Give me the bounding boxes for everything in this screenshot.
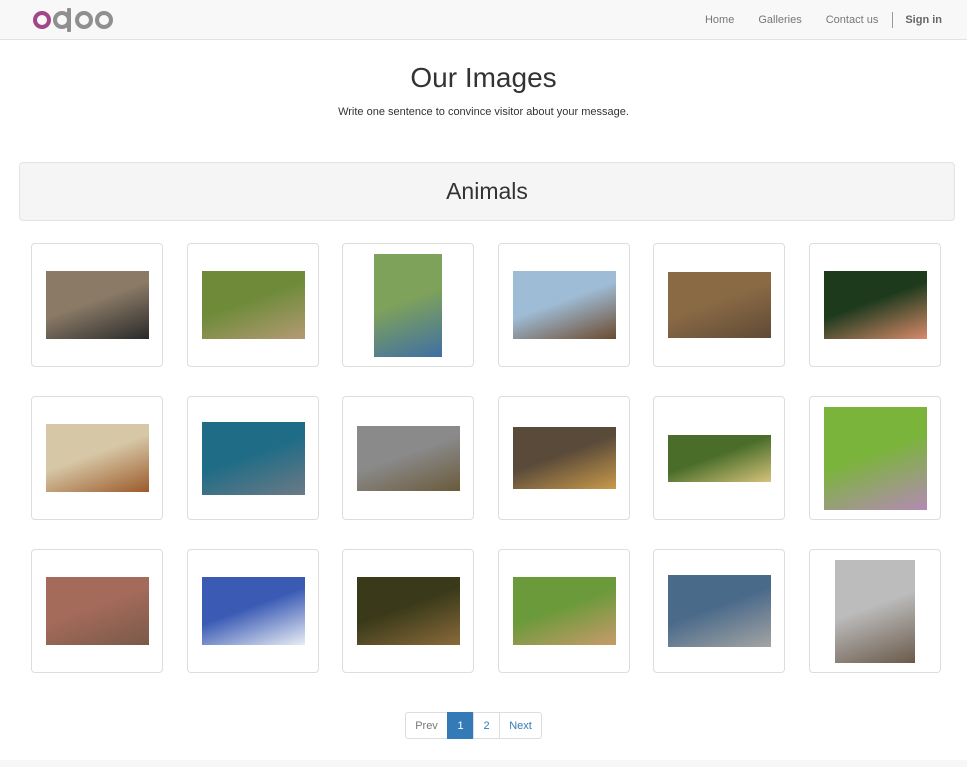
footer-strip <box>0 760 967 767</box>
gallery-thumbnail-card[interactable] <box>498 396 630 520</box>
gorilla-image <box>45 271 149 339</box>
odoo-logo[interactable] <box>33 5 115 35</box>
gallery-thumbnail-card[interactable] <box>498 243 630 367</box>
fawn-image <box>512 577 616 645</box>
gallery-thumbnail-card[interactable] <box>653 549 785 673</box>
next-page-button[interactable]: Next <box>499 712 542 739</box>
highland-cow-image <box>512 271 616 339</box>
gallery-thumbnail-card[interactable] <box>31 243 163 367</box>
page-1-button[interactable]: 1 <box>447 712 474 739</box>
swan-image <box>667 575 771 647</box>
nav-divider <box>892 12 894 28</box>
antelope-image <box>374 253 442 357</box>
gallery-thumbnail-card[interactable] <box>653 396 785 520</box>
nav-galleries-link[interactable]: Galleries <box>758 14 801 26</box>
page-title: Our Images <box>410 62 557 93</box>
gallery-thumbnail-card[interactable] <box>342 549 474 673</box>
gallery-thumbnail-card[interactable] <box>31 549 163 673</box>
gallery-thumbnail-card[interactable] <box>342 396 474 520</box>
gallery-thumbnail-card[interactable] <box>187 549 319 673</box>
meerkat-image <box>45 577 149 645</box>
dolphin-image <box>201 421 305 495</box>
gallery-thumbnail-card[interactable] <box>809 396 941 520</box>
gallery-thumbnail-card[interactable] <box>809 243 941 367</box>
gallery-thumbnail-card[interactable] <box>31 396 163 520</box>
page-2-button[interactable]: 2 <box>473 712 500 739</box>
gallery-thumbnail-card[interactable] <box>809 549 941 673</box>
prev-page-button[interactable]: Prev <box>405 712 448 739</box>
top-navbar: Home Galleries Contact us Sign in <box>0 0 967 40</box>
page-subtitle: Write one sentence to convince visitor a… <box>338 106 629 118</box>
fish-image <box>823 271 927 339</box>
dog-image <box>45 424 149 492</box>
gallery-thumbnail-card[interactable] <box>498 549 630 673</box>
monkey-image <box>201 271 305 339</box>
gallery-thumbnail-card[interactable] <box>653 243 785 367</box>
bears-image <box>667 272 771 338</box>
gallery-thumbnail-card[interactable] <box>187 243 319 367</box>
sign-in-link[interactable]: Sign in <box>905 14 942 26</box>
deer-image <box>356 577 460 645</box>
nav-home-link[interactable]: Home <box>705 14 734 26</box>
gallery-thumbnail-card[interactable] <box>187 396 319 520</box>
pagination: Prev 1 2 Next <box>405 712 542 739</box>
gallery-thumbnail-card[interactable] <box>342 243 474 367</box>
horses-image <box>512 427 616 489</box>
ducks-image <box>356 425 460 491</box>
ducklings-image <box>667 434 771 482</box>
gallery-section-header: Animals <box>19 162 955 221</box>
ladybug-image <box>823 406 927 510</box>
penguin-image <box>201 577 305 645</box>
nav-contact-link[interactable]: Contact us <box>826 14 879 26</box>
bird-image <box>835 559 915 663</box>
gallery-title: Animals <box>446 178 528 204</box>
nav-links: Home Galleries Contact us Sign in <box>705 0 967 40</box>
